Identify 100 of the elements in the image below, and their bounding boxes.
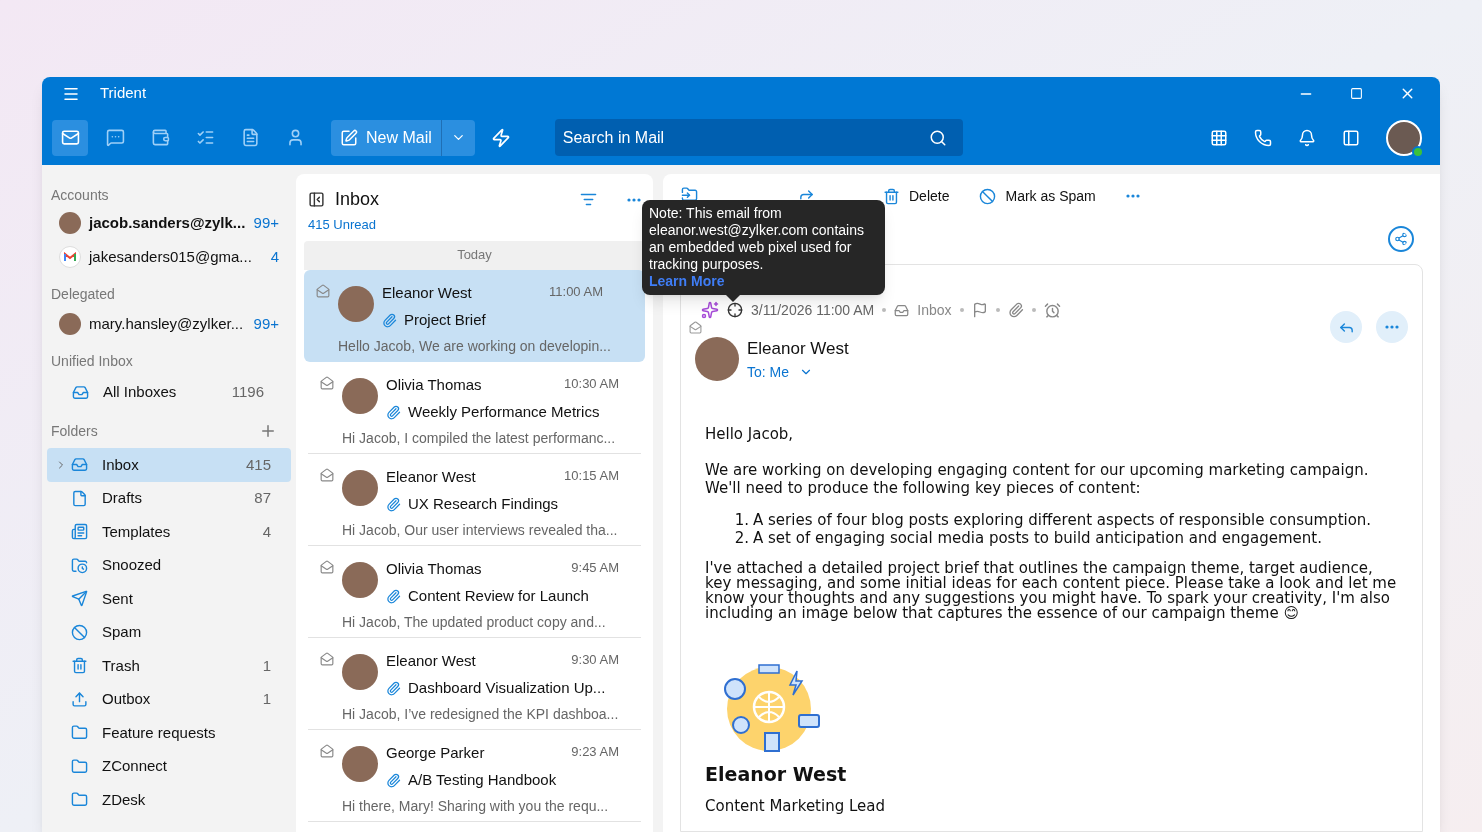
profile-avatar[interactable] (1386, 119, 1422, 156)
folder-item[interactable]: Sent (47, 582, 291, 616)
email-greeting: Hello Jacob, (705, 424, 795, 443)
move-icon[interactable] (681, 186, 698, 203)
paperclip-icon (386, 680, 401, 696)
toolbar-button[interactable]: Mark as Spam (979, 185, 1096, 207)
alarm-clock-icon[interactable] (1043, 301, 1061, 319)
message-item[interactable]: Eleanor West 11:00 AM Project Brief Hello Jacob, We are working on developin... (304, 269, 645, 362)
folder-icon (71, 791, 88, 809)
folder-item[interactable]: Templates 4 (47, 515, 291, 549)
account-email: jacob.sanders@zylk... (89, 212, 246, 233)
learn-more-link[interactable]: Learn More (649, 273, 878, 290)
date-group-header: Today (304, 240, 645, 270)
inbox-icon (894, 302, 910, 318)
separator-dot-icon (1031, 308, 1036, 312)
filter-icon[interactable] (580, 191, 597, 208)
account-item[interactable]: jacob.sanders@zylk... 99+ (47, 206, 291, 240)
more-icon[interactable] (1125, 194, 1140, 198)
collapse-panel-icon[interactable] (308, 191, 325, 208)
paperclip-icon[interactable] (1007, 302, 1024, 318)
paperclip-icon (386, 772, 401, 788)
wallet-icon (150, 128, 170, 147)
panel-icon[interactable] (1342, 128, 1360, 147)
avatar (59, 313, 81, 335)
template-icon (71, 523, 88, 541)
account-item[interactable]: jakesanders015@gma... 4 (47, 240, 291, 274)
maximize-icon[interactable] (1350, 87, 1363, 100)
list-item: A set of engaging social media posts to build anticipation and engagement. (753, 528, 1322, 547)
app-tab[interactable] (52, 119, 88, 156)
toolbar-button[interactable]: Delete (883, 185, 950, 207)
search-icon[interactable] (928, 128, 947, 147)
trash-icon (883, 187, 900, 205)
avatar (342, 377, 378, 414)
message-item[interactable]: Olivia Thomas 9:45 AM Content Review for Launch Hi Jacob, The updated product copy and... (308, 545, 641, 638)
folder-icon (71, 724, 88, 742)
avatar (342, 745, 378, 782)
paperclip-icon (382, 312, 397, 328)
section-heading: Accounts (50, 186, 110, 205)
avatar (338, 285, 374, 322)
envelope-icon (320, 375, 334, 390)
section-heading: Delegated (50, 285, 116, 304)
recipient-dropdown[interactable]: To: Me (747, 361, 849, 383)
folder-item[interactable]: Trash 1 (47, 649, 291, 683)
bell-icon[interactable] (1298, 128, 1316, 147)
sender-name: Eleanor West (747, 338, 849, 360)
folder-item[interactable]: Inbox 415 (47, 448, 291, 482)
folder-item[interactable]: Spam (47, 615, 291, 649)
checklist-icon (195, 128, 215, 147)
envelope-icon (316, 283, 330, 298)
folder-item[interactable]: ZDesk (47, 783, 291, 817)
envelope-icon (320, 651, 334, 666)
paperclip-icon (386, 404, 401, 420)
account-email: jakesanders015@gma... (89, 246, 252, 267)
list-item: A series of four blog posts exploring different aspects of responsible consumption. (753, 510, 1372, 529)
envelope-icon (320, 743, 334, 758)
separator-dot-icon (959, 308, 964, 312)
account-item[interactable]: mary.hansley@zylker... 99+ (47, 305, 291, 343)
send-icon (71, 590, 88, 608)
inbox-icon (71, 456, 88, 474)
add-icon[interactable] (259, 422, 277, 440)
envelope-icon (320, 559, 334, 574)
more-icon[interactable] (1385, 325, 1399, 329)
folder-clock-icon (71, 556, 88, 574)
outbox-icon (71, 690, 88, 708)
message-item[interactable]: George Parker 9:23 AM A/B Testing Handbook Hi there, Mary! Sharing with you the requ... (308, 729, 641, 822)
file-icon (71, 489, 88, 507)
message-item[interactable]: Eleanor West 9:30 AM Dashboard Visualization Up... Hi Jacob, I’ve redesigned the KPI dashboa... (308, 637, 641, 730)
unread-count: 415 Unread (307, 216, 377, 234)
tracking-icon[interactable] (727, 302, 743, 318)
list-number: 1. (733, 510, 749, 529)
lightning-icon[interactable] (490, 127, 511, 148)
folder-item[interactable]: Snoozed (47, 548, 291, 582)
sparkle-icon[interactable] (701, 301, 719, 319)
list-number: 2. (733, 528, 749, 547)
spam-icon (71, 623, 88, 641)
envelope-icon (320, 467, 334, 482)
folder-item[interactable]: All Inboxes 1196 (47, 372, 291, 412)
avatar (695, 337, 739, 382)
more-icon[interactable] (627, 197, 641, 202)
avatar (342, 561, 378, 598)
folder-item[interactable]: Feature requests (47, 716, 291, 750)
message-folder: Inbox (917, 300, 952, 320)
message-date: 3/11/2026 11:00 AM (751, 300, 875, 320)
message-item[interactable]: Olivia Thomas 10:30 AM Weekly Performance Metrics Hi Jacob, I compiled the latest performanc... (308, 361, 641, 454)
phone-icon[interactable] (1254, 128, 1272, 147)
apps-grid-icon[interactable] (1210, 128, 1228, 147)
window-title: Trident (100, 83, 147, 104)
avatar (342, 469, 378, 506)
reply-button[interactable] (1330, 311, 1362, 343)
envelope-icon (689, 321, 702, 334)
folder-item[interactable]: Drafts 87 (47, 481, 291, 515)
message-item[interactable]: Eleanor West 10:15 AM UX Research Findings Hi Jacob, Our user interviews revealed tha... (308, 453, 641, 546)
flag-icon[interactable] (971, 302, 988, 318)
paperclip-icon (386, 588, 401, 604)
chat-icon (105, 128, 125, 147)
section-heading: Folders (51, 421, 98, 441)
share-icon[interactable] (1388, 226, 1414, 252)
search-field[interactable]: Search in Mail (554, 119, 963, 156)
folder-item[interactable]: ZConnect (47, 749, 291, 783)
folder-item[interactable]: Outbox 1 (47, 682, 291, 716)
